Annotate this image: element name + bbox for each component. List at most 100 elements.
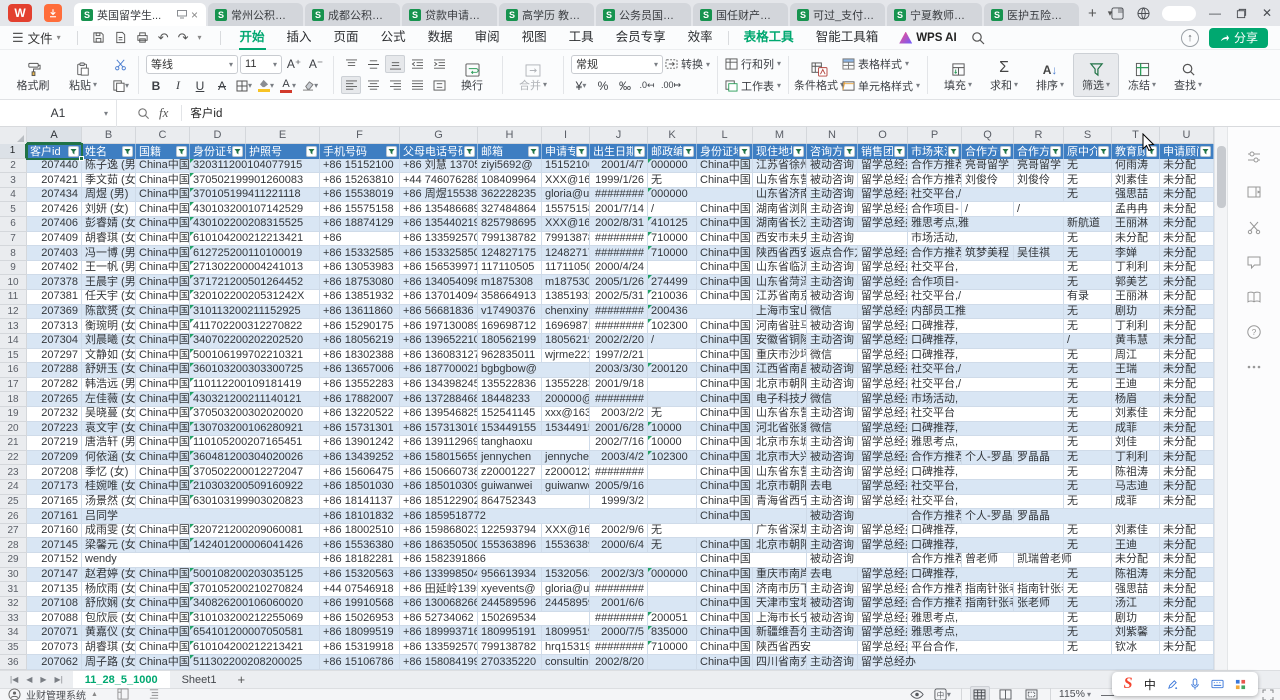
share-button[interactable]: 分享 — [1209, 28, 1268, 48]
board-icon[interactable] — [117, 688, 129, 700]
cell-C24[interactable]: China中国 — [136, 480, 190, 495]
cell-N17[interactable]: 主动咨询 — [807, 378, 858, 393]
cell-I31[interactable]: gloria@uk — [542, 582, 590, 597]
cell-T34[interactable]: 刘紫馨 — [1112, 626, 1160, 641]
cell-J17[interactable]: 2001/9/18 — [590, 378, 648, 393]
cell-I20[interactable]: 153449155 — [542, 422, 590, 437]
cell-O25[interactable]: 留学总经办 — [858, 495, 908, 510]
cell-K3[interactable]: 无 — [648, 173, 697, 188]
filter-dropdown-icon[interactable] — [683, 146, 694, 157]
ime-keyboard-icon[interactable] — [1211, 679, 1224, 689]
filter-button[interactable]: 筛选▾ — [1073, 53, 1119, 97]
cell-K5[interactable]: / — [648, 202, 697, 217]
align-justify-icon[interactable] — [407, 76, 427, 94]
cell-A6[interactable]: 207406 — [27, 217, 82, 232]
cell-J23[interactable]: ######## — [590, 465, 648, 480]
cell-B5[interactable]: 刘妍 (女) — [82, 202, 136, 217]
cell-T19[interactable]: 刘素佳 — [1112, 407, 1160, 422]
cell-N30[interactable]: 去电 — [807, 568, 858, 583]
cell-T31[interactable]: 强思喆 — [1112, 582, 1160, 597]
cell-C30[interactable]: China中国 — [136, 568, 190, 583]
paste-button[interactable]: 粘贴▾ — [60, 53, 106, 97]
cell-C9[interactable]: China中国 — [136, 261, 190, 276]
row-number[interactable]: 11 — [0, 290, 27, 305]
cell-M30[interactable]: 重庆市南岸 — [753, 568, 807, 583]
cell-I4[interactable]: gloria@uk — [542, 188, 590, 203]
cell-K14[interactable]: / — [648, 334, 697, 349]
cell-B36[interactable]: 周子路 (女 — [82, 655, 136, 670]
cell-H23[interactable]: z20001227 — [478, 465, 542, 480]
cell-S31[interactable]: 无 — [1064, 582, 1112, 597]
filter-header-B[interactable]: 姓名 — [82, 144, 136, 159]
cell-U24[interactable]: 未分配 — [1160, 480, 1214, 495]
cell-U15[interactable]: 未分配 — [1160, 349, 1214, 364]
cell-A20[interactable]: 207223 — [27, 422, 82, 437]
cell-U23[interactable]: 未分配 — [1160, 465, 1214, 480]
cell-K2[interactable]: 000000 — [648, 159, 697, 174]
cell-C13[interactable]: China中国 — [136, 319, 190, 334]
cell-B24[interactable]: 桂婉唯 (女 — [82, 480, 136, 495]
cell-D22[interactable]: 360481200304020026 — [190, 451, 320, 466]
filter-header-L[interactable]: 身份证地址 — [697, 144, 753, 159]
first-sheet-icon[interactable]: |◀ — [10, 675, 18, 684]
cell-S14[interactable]: / — [1064, 334, 1112, 349]
cell-S4[interactable]: 无 — [1064, 188, 1112, 203]
row-number[interactable]: 22 — [0, 451, 27, 466]
cell-G22[interactable]: +86 1580156591 — [400, 451, 478, 466]
filter-header-U[interactable]: 申请顾问 — [1160, 144, 1214, 159]
cell-O16[interactable]: 留学总经办 — [858, 363, 908, 378]
cell-M20[interactable]: 河北省张家 — [753, 422, 807, 437]
align-center-icon[interactable] — [363, 76, 383, 94]
cell-J2[interactable]: 2001/4/7 — [590, 159, 648, 174]
cell-T10[interactable]: 郭美艺 — [1112, 275, 1160, 290]
cell-I36[interactable]: consulting — [542, 655, 590, 670]
menu-item-效率[interactable]: 效率 — [677, 26, 724, 50]
cell-H28[interactable]: 155363896 — [478, 538, 542, 553]
cell-N34[interactable]: 主动咨询 — [807, 626, 858, 641]
cell-G14[interactable]: +86 1396522100 — [400, 334, 478, 349]
cell-G32[interactable]: +86 1300682663 — [400, 597, 478, 612]
align-left-icon[interactable] — [341, 76, 361, 94]
cell-J33[interactable]: ######## — [590, 612, 648, 627]
cut-icon[interactable] — [110, 55, 131, 73]
cell-N18[interactable]: 微信 — [807, 392, 858, 407]
cell-P35[interactable]: 平台合作, — [908, 641, 1064, 656]
cell-H34[interactable]: 180995191 — [478, 626, 542, 641]
cell-T13[interactable]: 丁利利 — [1112, 319, 1160, 334]
cell-F33[interactable]: +86 15026953 — [320, 612, 400, 627]
cell-C31[interactable]: China中国 — [136, 582, 190, 597]
cell-I2[interactable]: 151521001 — [542, 159, 590, 174]
cell-K36[interactable] — [648, 655, 697, 670]
filter-header-N[interactable]: 咨询方式 — [807, 144, 858, 159]
column-header-K[interactable]: K — [648, 127, 697, 144]
maximize-button[interactable] — [1228, 0, 1254, 26]
wps-download-icon[interactable] — [44, 4, 62, 22]
cell-Q26[interactable]: 个人-罗晶 — [962, 509, 1014, 524]
cell-D13[interactable]: 411702200312270822 — [190, 319, 320, 334]
cell-U16[interactable]: 未分配 — [1160, 363, 1214, 378]
cell-R8[interactable]: 吴佳祺 — [1014, 246, 1064, 261]
row-number[interactable]: 1 — [0, 144, 27, 159]
minimize-button[interactable]: — — [1202, 0, 1228, 26]
filter-dropdown-icon[interactable] — [793, 146, 804, 157]
cell-T7[interactable]: 未分配 — [1112, 232, 1160, 247]
cell-P32[interactable]: 合作方推荐 — [908, 597, 962, 612]
cell-D15[interactable]: 500106199702210321 — [190, 349, 320, 364]
cell-J3[interactable]: 1999/1/26 — [590, 173, 648, 188]
promo-pill[interactable] — [1162, 6, 1196, 21]
cell-N29[interactable]: 被动咨询 — [807, 553, 908, 568]
cell-P10[interactable]: 合作项目- — [908, 275, 1064, 290]
cell-L3[interactable]: China中国 — [697, 173, 753, 188]
cell-G15[interactable]: +86 1360831276 — [400, 349, 478, 364]
search-icon[interactable] — [971, 31, 985, 45]
cell-C25[interactable]: China中国 — [136, 495, 190, 510]
cell-F22[interactable]: +86 13439252 — [320, 451, 400, 466]
cell-M18[interactable]: 电子科技大 — [753, 392, 807, 407]
cell-M6[interactable]: 湖南省长沙 — [753, 217, 807, 232]
filter-dropdown-icon[interactable] — [464, 146, 475, 157]
cell-N3[interactable]: 被动咨询 — [807, 173, 858, 188]
cell-N22[interactable]: 被动咨询 — [807, 451, 858, 466]
cell-H16[interactable]: bgbgbow@ — [478, 363, 590, 378]
cell-A5[interactable]: 207426 — [27, 202, 82, 217]
cell-T28[interactable]: 王迪 — [1112, 538, 1160, 553]
